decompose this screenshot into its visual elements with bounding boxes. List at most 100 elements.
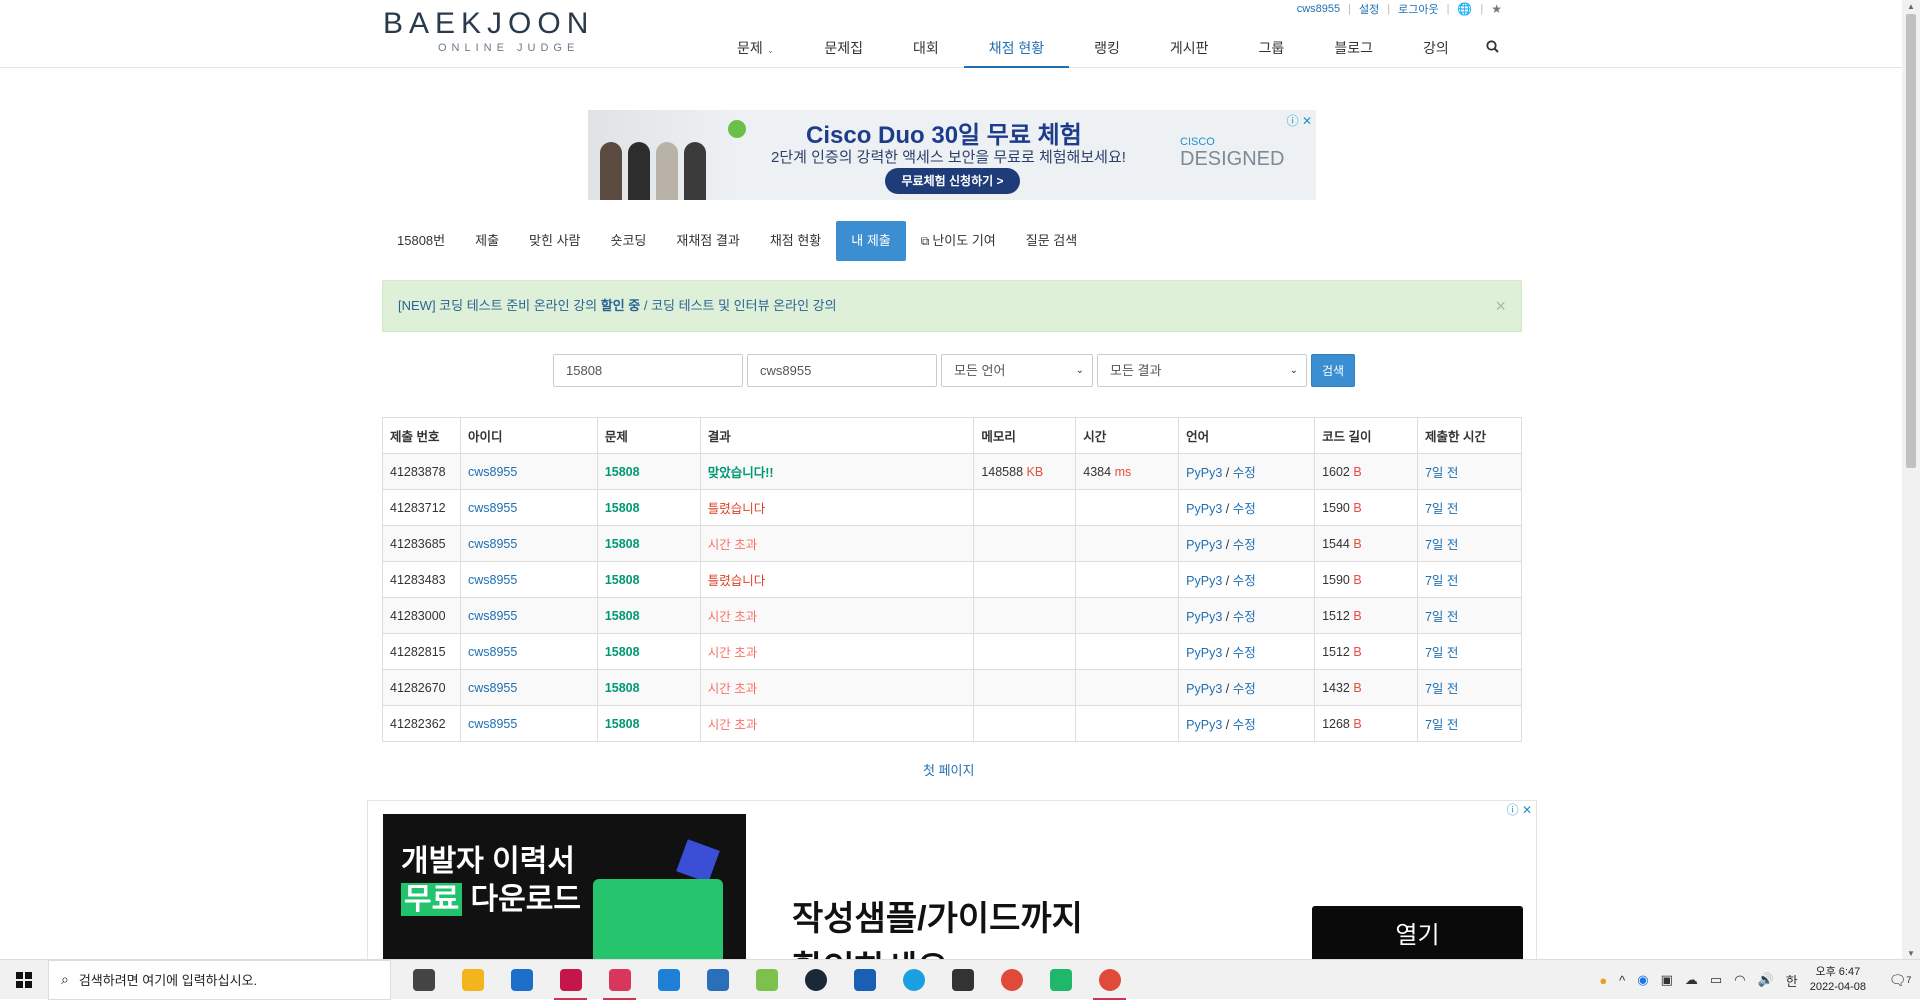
submitted-time-link[interactable]: 7일 전 (1425, 466, 1458, 480)
language-link[interactable]: PyPy3 (1186, 682, 1222, 696)
problem-link[interactable]: 15808 (605, 465, 640, 479)
nav-item-ranking[interactable]: 랭킹 (1069, 36, 1145, 68)
site-logo[interactable]: BAEKJOON ONLINE JUDGE (383, 8, 594, 55)
tab-status[interactable]: 채점 현황 (755, 221, 836, 261)
submitted-time-link[interactable]: 7일 전 (1425, 682, 1458, 696)
tab-my-submissions[interactable]: 내 제출 (836, 221, 906, 261)
problem-link[interactable]: 15808 (605, 573, 640, 587)
network-app-icon[interactable] (693, 960, 742, 1000)
edit-link[interactable]: 수정 (1233, 502, 1256, 516)
app-green-icon[interactable] (1036, 960, 1085, 1000)
user-link[interactable]: cws8955 (468, 537, 517, 551)
edit-link[interactable]: 수정 (1233, 646, 1256, 660)
page-scrollbar[interactable]: ▲ ▼ (1902, 0, 1920, 960)
store-icon[interactable] (497, 960, 546, 1000)
nav-item-blog[interactable]: 블로그 (1309, 36, 1398, 68)
search-button[interactable]: 검색 (1311, 354, 1355, 387)
nav-item-status[interactable]: 채점 현황 (963, 36, 1070, 68)
tab-difficulty-contribution[interactable]: ⧉ 난이도 기여 (906, 221, 1011, 261)
submitted-time-link[interactable]: 7일 전 (1425, 610, 1458, 624)
problem-link[interactable]: 15808 (605, 645, 640, 659)
language-link[interactable]: PyPy3 (1186, 502, 1222, 516)
problem-link[interactable]: 15808 (605, 537, 640, 551)
language-link[interactable]: PyPy3 (1186, 466, 1222, 480)
tab-problem[interactable]: 15808번 (382, 221, 460, 261)
taskbar-clock[interactable]: 오후 6:47 2022-04-08 (1810, 965, 1866, 995)
nav-item-problems[interactable]: 문제 ⌄ (712, 36, 799, 68)
ad-banner-top[interactable]: Cisco Duo 30일 무료 체험 2단계 인증의 강력한 액세스 보안을 … (588, 110, 1316, 200)
sync-app-icon[interactable] (595, 960, 644, 1000)
problem-link[interactable]: 15808 (605, 717, 640, 731)
reader-icon[interactable] (840, 960, 889, 1000)
ad-close-icon[interactable]: ⓘ ✕ (1507, 801, 1532, 818)
app-tray-icon[interactable]: ● (1599, 973, 1607, 988)
ad-open-button[interactable]: 열기 (1312, 906, 1523, 959)
user-link[interactable]: cws8955 (468, 717, 517, 731)
edit-link[interactable]: 수정 (1233, 466, 1256, 480)
user-id-input[interactable]: cws8955 (747, 354, 937, 387)
language-link[interactable]: PyPy3 (1186, 610, 1222, 624)
nav-item-lecture[interactable]: 강의 (1398, 36, 1474, 68)
user-link[interactable]: cws8955 (468, 501, 517, 515)
scroll-up-icon[interactable]: ▲ (1907, 2, 1915, 11)
tab-submit[interactable]: 제출 (460, 221, 514, 261)
tray-app-icon[interactable]: ▣ (1661, 972, 1673, 988)
wifi-icon[interactable]: ◠ (1734, 972, 1745, 988)
tab-question-search[interactable]: 질문 검색 (1011, 221, 1092, 261)
edge-icon[interactable] (889, 960, 938, 1000)
nav-item-contest[interactable]: 대회 (888, 36, 964, 68)
battery-icon[interactable]: ▭ (1710, 972, 1722, 988)
notification-icon[interactable]: 🗨 7 (1880, 960, 1920, 1000)
user-link[interactable]: cws8955 (468, 573, 517, 587)
star-icon[interactable]: ★ (1491, 2, 1502, 16)
problem-link[interactable]: 15808 (605, 681, 640, 695)
nav-item-workbook[interactable]: 문제집 (799, 36, 888, 68)
edit-link[interactable]: 수정 (1233, 574, 1256, 588)
scrollbar-thumb[interactable] (1906, 14, 1916, 468)
problem-link[interactable]: 15808 (605, 501, 640, 515)
edit-link[interactable]: 수정 (1233, 718, 1256, 732)
taskbar-search-box[interactable]: ⌕ 검색하려면 여기에 입력하십시오. (48, 959, 391, 1000)
start-button[interactable] (0, 960, 48, 1000)
language-link[interactable]: PyPy3 (1186, 646, 1222, 660)
chrome-icon[interactable] (987, 960, 1036, 1000)
ad-close-icon[interactable]: ⓘ ✕ (1287, 112, 1312, 129)
user-link[interactable]: cws8955 (468, 465, 517, 479)
settings-link[interactable]: 설정 (1359, 1, 1379, 17)
task-view-icon[interactable] (399, 960, 448, 1000)
chevron-up-icon[interactable]: ^ (1619, 973, 1625, 988)
problem-id-input[interactable]: 15808 (553, 354, 743, 387)
tab-solvers[interactable]: 맞힌 사람 (514, 221, 595, 261)
username-link[interactable]: cws8955 (1297, 3, 1340, 15)
nav-item-board[interactable]: 게시판 (1145, 36, 1234, 68)
result-select[interactable]: 모든 결과 ⌄ (1097, 354, 1307, 387)
volume-icon[interactable]: 🔊 (1758, 972, 1774, 988)
typora-icon[interactable] (938, 960, 987, 1000)
globe-icon[interactable]: 🌐 (1457, 2, 1472, 16)
tab-rejudge-result[interactable]: 재채점 결과 (661, 221, 754, 261)
submitted-time-link[interactable]: 7일 전 (1425, 502, 1458, 516)
notice-link-2[interactable]: / 코딩 테스트 및 인터뷰 온라인 강의 (640, 298, 837, 313)
user-link[interactable]: cws8955 (468, 609, 517, 623)
ime-indicator[interactable]: 한 (1786, 971, 1798, 990)
paint-app-icon[interactable] (742, 960, 791, 1000)
edit-link[interactable]: 수정 (1233, 682, 1256, 696)
steam-icon[interactable] (791, 960, 840, 1000)
first-page-link[interactable]: 첫 페이지 (923, 760, 974, 779)
search-icon[interactable] (1474, 36, 1511, 68)
problem-link[interactable]: 15808 (605, 609, 640, 623)
user-link[interactable]: cws8955 (468, 681, 517, 695)
language-link[interactable]: PyPy3 (1186, 718, 1222, 732)
scroll-down-icon[interactable]: ▼ (1907, 949, 1915, 958)
chrome-icon[interactable] (1085, 960, 1134, 1000)
ad-cta-button[interactable]: 무료체험 신청하기 > (885, 168, 1020, 194)
edit-link[interactable]: 수정 (1233, 610, 1256, 624)
file-explorer-icon[interactable] (448, 960, 497, 1000)
ad-banner-bottom[interactable]: 개발자 이력서 무료 다운로드 작성샘플/가이드까지 확인하세요 열기 ⓘ ✕ (367, 800, 1537, 960)
submitted-time-link[interactable]: 7일 전 (1425, 646, 1458, 660)
language-link[interactable]: PyPy3 (1186, 574, 1222, 588)
submitted-time-link[interactable]: 7일 전 (1425, 718, 1458, 732)
language-link[interactable]: PyPy3 (1186, 538, 1222, 552)
user-link[interactable]: cws8955 (468, 645, 517, 659)
language-select[interactable]: 모든 언어 ⌄ (941, 354, 1093, 387)
